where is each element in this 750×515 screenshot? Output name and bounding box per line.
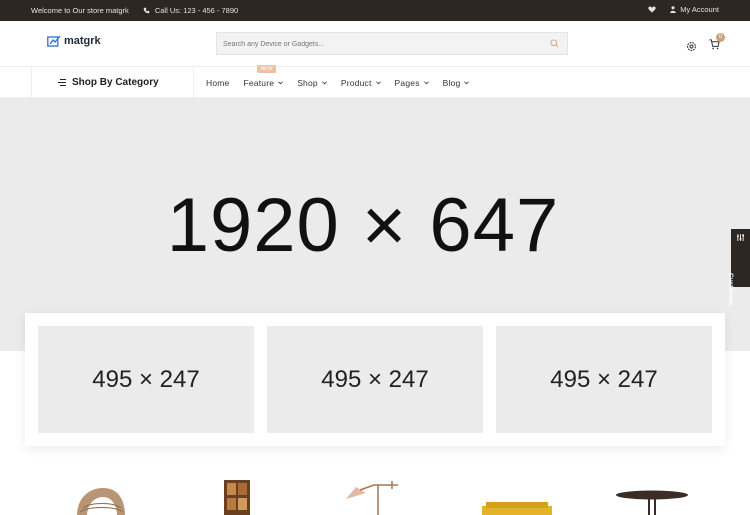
header: matgrk 0	[0, 21, 750, 67]
chevron-down-icon	[464, 80, 470, 84]
cabinet-image[interactable]	[222, 478, 252, 515]
hero-placeholder-text: 1920 × 647	[166, 183, 560, 268]
nav-item-pages[interactable]: Pages	[395, 78, 429, 88]
floor-lamp-image[interactable]	[342, 477, 404, 515]
settings-icon[interactable]	[686, 41, 697, 52]
wicker-chair-image[interactable]	[75, 486, 127, 515]
top-bar: Welcome to Our store matgrk Call Us: 123…	[0, 0, 750, 21]
sliders-icon	[737, 234, 744, 241]
yellow-sofa-image[interactable]	[482, 502, 552, 515]
nav-item-feature[interactable]: NEW Feature	[243, 64, 284, 88]
nav-item-label: Feature	[243, 77, 275, 88]
customize-tab[interactable]: Customize	[727, 229, 750, 306]
nav-item-label: Home	[206, 77, 230, 88]
nav-item-blog[interactable]: Blog	[443, 78, 470, 88]
banner-placeholder-text: 495 × 247	[92, 366, 200, 393]
category-label: Shop By Category	[72, 77, 159, 88]
banner-card[interactable]: 495 × 247	[267, 326, 483, 433]
phone-info[interactable]: Call Us: 123 - 456 - 7890	[143, 6, 238, 15]
my-account-label: My Account	[680, 5, 719, 14]
shop-by-category-button[interactable]: Shop By Category	[31, 67, 194, 98]
new-badge: NEW	[257, 64, 276, 73]
nav-item-label: Pages	[394, 77, 420, 88]
phone-text: Call Us: 123 - 456 - 7890	[154, 6, 239, 15]
cart-button[interactable]: 0	[709, 33, 725, 55]
banner-card[interactable]: 495 × 247	[496, 326, 712, 433]
customize-label: Customize	[727, 273, 734, 306]
logo-text: matgrk	[64, 35, 101, 47]
menu-icon	[58, 79, 66, 86]
nav-item-shop[interactable]: Shop	[297, 78, 327, 88]
search-bar	[216, 32, 568, 55]
round-table-image[interactable]	[612, 488, 692, 515]
category-strip	[0, 470, 750, 515]
my-account-link[interactable]: My Account	[670, 5, 719, 14]
phone-icon	[143, 7, 150, 14]
chevron-down-icon	[375, 80, 381, 84]
nav-item-home[interactable]: Home	[206, 78, 229, 88]
chevron-down-icon	[278, 80, 284, 84]
logo-icon	[47, 35, 61, 47]
main-nav: Shop By Category Home NEW Feature Shop P…	[0, 64, 750, 98]
user-icon	[670, 6, 677, 13]
nav-item-label: Shop	[297, 77, 318, 88]
logo[interactable]: matgrk	[47, 35, 101, 47]
chevron-down-icon	[321, 80, 327, 84]
chevron-down-icon	[423, 80, 429, 84]
search-input[interactable]	[223, 38, 543, 50]
welcome-text: Welcome to Our store matgrk	[31, 6, 129, 15]
nav-item-label: Product	[340, 77, 372, 88]
cart-count-badge: 0	[716, 33, 725, 42]
banner-card[interactable]: 495 × 247	[38, 326, 254, 433]
banner-placeholder-text: 495 × 247	[321, 366, 429, 393]
banner-placeholder-text: 495 × 247	[550, 366, 658, 393]
search-icon[interactable]	[550, 39, 559, 48]
nav-item-label: Blog	[442, 77, 461, 88]
heart-icon[interactable]	[648, 6, 656, 13]
banner-cards: 495 × 247 495 × 247 495 × 247	[25, 313, 725, 446]
nav-item-product[interactable]: Product	[341, 78, 381, 88]
